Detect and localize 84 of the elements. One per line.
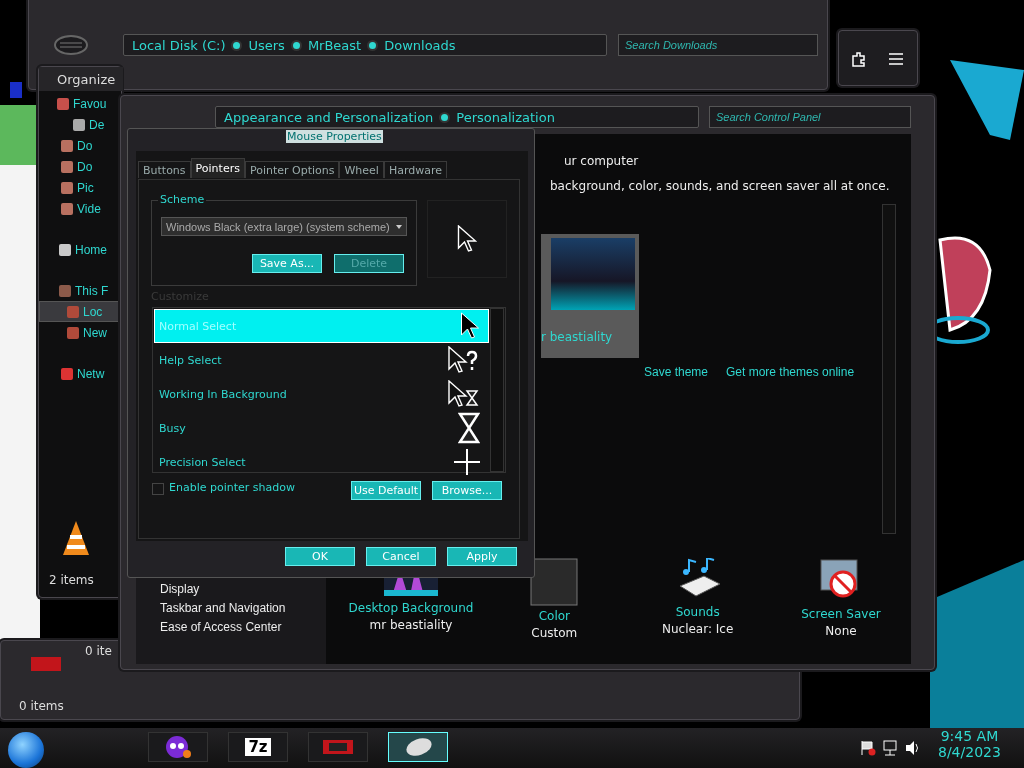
sidebar-item[interactable]: Do xyxy=(39,156,121,177)
tab[interactable]: Pointer Options xyxy=(244,161,340,178)
separator-dot-icon xyxy=(292,41,300,49)
link[interactable]: Save theme xyxy=(644,365,709,379)
sidebar-item[interactable]: Home xyxy=(39,239,121,260)
search-field[interactable]: Search Control Panel xyxy=(709,106,911,128)
clock-date[interactable]: 8/4/2023 xyxy=(938,744,1001,760)
taskbar-app-button[interactable] xyxy=(148,732,208,762)
speaker-icon[interactable] xyxy=(905,740,921,756)
hourglass-icon xyxy=(458,412,480,444)
theme-tile[interactable]: r beastiality xyxy=(541,234,639,358)
sidebar-item[interactable]: New xyxy=(39,322,121,343)
help-cursor-icon xyxy=(448,346,480,374)
sidebar-item[interactable]: De xyxy=(39,114,121,135)
theme-name: r beastiality xyxy=(541,330,613,344)
status-text: 0 items xyxy=(19,699,64,713)
tab[interactable]: Pointers xyxy=(190,158,245,178)
tab[interactable]: Wheel xyxy=(339,161,384,178)
checkbox-label: Enable pointer shadow xyxy=(169,481,295,494)
network-icon[interactable] xyxy=(882,740,898,756)
arrow-cursor-icon xyxy=(457,225,477,253)
link[interactable]: Taskbar and Navigation xyxy=(160,601,302,615)
breadcrumb-item[interactable]: MrBeast xyxy=(307,37,362,53)
busy-cursor-icon xyxy=(448,380,480,408)
page-heading: ur computer xyxy=(564,154,639,168)
link[interactable]: Display xyxy=(160,582,302,596)
link[interactable]: Ease of Access Center xyxy=(160,620,302,634)
sidebar-item[interactable]: Netw xyxy=(39,363,121,384)
sidebar-item[interactable]: Loc xyxy=(39,301,121,322)
file-list-text: 0 ite xyxy=(85,644,112,658)
puzzle-icon[interactable] xyxy=(851,51,867,67)
pointer-row[interactable]: Precision Select xyxy=(154,445,489,479)
sidebar-item[interactable]: Favou xyxy=(39,93,121,114)
link[interactable]: Get more themes online xyxy=(726,365,855,379)
setting-link[interactable]: Sounds xyxy=(675,605,720,619)
sidebar-item[interactable]: Do xyxy=(39,135,121,156)
clock-time[interactable]: 9:45 AM xyxy=(940,728,999,744)
setting-value: mr beastiality xyxy=(369,618,453,632)
taskbar-app-button[interactable]: 7z xyxy=(228,732,288,762)
desktop-app-icon xyxy=(10,82,22,98)
flag-icon[interactable] xyxy=(860,740,876,756)
setting-link[interactable]: Screen Saver xyxy=(801,607,881,621)
status-text: 2 items xyxy=(49,573,94,587)
breadcrumb-item[interactable]: Appearance and Personalization xyxy=(224,109,434,125)
crosshair-icon xyxy=(454,449,480,475)
organize-menu[interactable]: Organize xyxy=(57,72,116,87)
sidebar-item[interactable]: Pic xyxy=(39,177,121,198)
scrollbar[interactable] xyxy=(882,204,896,534)
caret-icon xyxy=(396,224,402,229)
sidebar-item[interactable]: Vide xyxy=(39,198,121,219)
archive-app-label: 7z xyxy=(245,738,271,756)
setting-value: None xyxy=(825,624,857,638)
separator-dot-icon xyxy=(369,41,377,49)
setting-link[interactable]: Desktop Background xyxy=(348,601,474,615)
breadcrumb-item[interactable]: Downloads xyxy=(384,37,456,53)
separator-dot-icon xyxy=(441,113,449,121)
search-field[interactable]: Search Downloads xyxy=(618,34,818,56)
description-text: background, color, sounds, and screen saver all at once. xyxy=(550,179,890,193)
nav-emblem-icon[interactable] xyxy=(54,35,88,55)
setting-value: Custom xyxy=(531,626,578,640)
window-title: Mouse Properties xyxy=(286,130,383,143)
breadcrumb-item[interactable]: Local Disk (C:) xyxy=(132,37,226,53)
start-button[interactable] xyxy=(8,732,44,768)
address-bar[interactable]: Appearance and Personalization Personalization xyxy=(215,106,699,128)
menu-icon[interactable] xyxy=(889,53,903,65)
scrollbar[interactable] xyxy=(490,308,504,472)
pointer-row[interactable]: Busy xyxy=(154,411,489,445)
arrow-cursor-icon xyxy=(460,312,480,340)
address-bar[interactable]: Local Disk (C:) Users MrBeast Downloads xyxy=(123,34,607,56)
tab[interactable]: Buttons xyxy=(138,161,191,178)
pointer-row[interactable]: Help Select xyxy=(154,343,489,377)
setting-link[interactable]: Color xyxy=(538,609,570,623)
breadcrumb-item[interactable]: Personalization xyxy=(456,109,555,125)
breadcrumb-item[interactable]: Users xyxy=(248,37,285,53)
mask-app-icon xyxy=(164,735,192,759)
sidebar-item[interactable]: This F xyxy=(39,280,121,301)
checkbox[interactable] xyxy=(152,483,164,495)
tab[interactable]: Hardware xyxy=(383,161,448,178)
pointer-row[interactable]: Working In Background xyxy=(154,377,489,411)
setting-value: Nuclear: Ice xyxy=(661,622,734,636)
group-label: Scheme xyxy=(158,193,207,206)
separator-dot-icon xyxy=(233,41,241,49)
mouse-icon xyxy=(403,736,433,758)
scheme-dropdown[interactable]: Windows Black (extra large) (system scheme) xyxy=(161,217,407,236)
